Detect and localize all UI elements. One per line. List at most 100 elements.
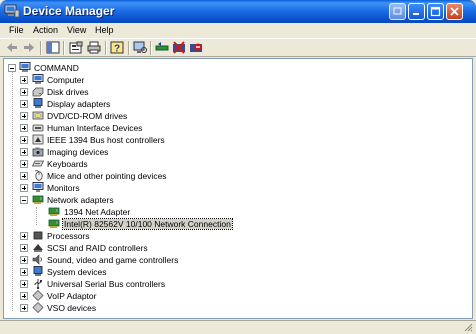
print-icon[interactable]	[87, 41, 101, 54]
device-tree[interactable]: COMMAND Computer Disk drives Display ada…	[3, 58, 473, 319]
tree-category-monitors[interactable]: Monitors	[20, 182, 320, 194]
expand-toggle[interactable]	[20, 172, 28, 180]
expand-toggle[interactable]	[20, 280, 28, 288]
tree-category-mice[interactable]: Mice and other pointing devices	[20, 170, 320, 182]
menu-help[interactable]: Help	[95, 25, 114, 35]
expand-toggle[interactable]	[20, 88, 28, 96]
system-device-icon	[33, 266, 43, 276]
tree-category-vso-devices[interactable]: VSO devices	[20, 302, 320, 314]
category-label: DVD/CD-ROM drives	[47, 111, 128, 121]
toolbar-separator	[128, 41, 130, 55]
usb-icon	[34, 279, 42, 289]
expand-toggle[interactable]	[20, 124, 28, 132]
processor-icon	[33, 231, 43, 240]
tree-device-1394-net-adapter[interactable]: 1394 Net Adapter	[48, 206, 348, 218]
category-label: System devices	[47, 267, 107, 277]
category-label: Processors	[47, 231, 90, 241]
expand-toggle[interactable]	[20, 148, 28, 156]
expand-toggle[interactable]	[20, 244, 28, 252]
computer-icon	[32, 74, 44, 84]
tree-category-network-adapters[interactable]: Network adapters	[20, 194, 320, 206]
collapse-toggle[interactable]	[20, 196, 28, 204]
device-manager-window: Device Manager File Action View Help ? C…	[0, 0, 476, 334]
expand-toggle[interactable]	[20, 256, 28, 264]
help-context-button[interactable]	[389, 3, 406, 20]
expand-toggle[interactable]	[20, 232, 28, 240]
maximize-button[interactable]	[427, 3, 444, 20]
back-arrow-icon[interactable]	[5, 41, 19, 54]
toolbar-separator	[63, 41, 65, 55]
tree-category-dvd-cdrom-drives[interactable]: DVD/CD-ROM drives	[20, 110, 320, 122]
minimize-button[interactable]	[408, 3, 425, 20]
expand-toggle[interactable]	[20, 100, 28, 108]
tree-category-voip-adaptor[interactable]: VoIP Adaptor	[20, 290, 320, 302]
mouse-icon	[34, 170, 43, 181]
resize-grip-icon[interactable]	[463, 322, 473, 332]
tree-category-computer[interactable]: Computer	[20, 74, 320, 86]
tree-category-display-adapters[interactable]: Display adapters	[20, 98, 320, 110]
collapse-toggle[interactable]	[8, 64, 16, 72]
sound-icon	[32, 254, 42, 265]
tree-root-label: COMMAND	[34, 63, 79, 73]
menu-view[interactable]: View	[67, 25, 86, 35]
monitor-icon	[32, 182, 44, 192]
menu-action[interactable]: Action	[33, 25, 58, 35]
maximize-icon	[430, 6, 441, 17]
disable-device-icon[interactable]	[189, 41, 203, 54]
ieee1394-icon	[32, 134, 44, 145]
expand-toggle[interactable]	[20, 304, 28, 312]
expand-toggle[interactable]	[20, 160, 28, 168]
keyboard-icon	[32, 160, 44, 167]
category-label: Display adapters	[47, 99, 111, 109]
display-adapter-icon	[33, 98, 43, 108]
expand-toggle[interactable]	[20, 76, 28, 84]
expand-toggle[interactable]	[20, 268, 28, 276]
properties-icon[interactable]	[69, 41, 83, 54]
category-label: Universal Serial Bus controllers	[47, 279, 166, 289]
help-icon[interactable]: ?	[110, 41, 124, 54]
expand-toggle[interactable]	[20, 184, 28, 192]
uninstall-icon[interactable]	[172, 41, 186, 54]
scsi-icon	[33, 244, 43, 252]
tree-category-keyboards[interactable]: Keyboards	[20, 158, 320, 170]
tree-category-system-devices[interactable]: System devices	[20, 266, 320, 278]
category-label: Network adapters	[47, 195, 114, 205]
tree-connector-line	[36, 207, 37, 225]
tree-category-sound-video-game[interactable]: Sound, video and game controllers	[20, 254, 320, 266]
tree-category-usb-controllers[interactable]: Universal Serial Bus controllers	[20, 278, 320, 290]
category-label: Computer	[47, 75, 85, 85]
tree-category-hid[interactable]: Human Interface Devices	[20, 122, 320, 134]
expand-toggle[interactable]	[20, 136, 28, 144]
vso-icon	[32, 302, 44, 313]
network-card-icon	[48, 207, 60, 216]
tree-category-disk-drives[interactable]: Disk drives	[20, 86, 320, 98]
tree-device-intel-network-connection[interactable]: Intel(R) 82562V 10/100 Network Connectio…	[48, 218, 348, 230]
category-label: SCSI and RAID controllers	[47, 243, 148, 253]
tree-category-processors[interactable]: Processors	[20, 230, 320, 242]
category-label: VoIP Adaptor	[47, 291, 97, 301]
toolbar-separator	[105, 41, 107, 55]
title-bar[interactable]: Device Manager	[0, 0, 476, 23]
menu-file[interactable]: File	[9, 25, 24, 35]
hid-icon	[32, 124, 44, 132]
tree-root[interactable]: COMMAND	[8, 62, 208, 74]
cdrom-icon	[32, 111, 44, 120]
update-driver-icon[interactable]	[155, 41, 169, 54]
close-button[interactable]	[446, 3, 463, 20]
category-label: Keyboards	[47, 159, 88, 169]
scan-hardware-icon[interactable]	[133, 41, 147, 54]
toolbar-separator	[150, 41, 152, 55]
show-hide-tree-icon[interactable]	[46, 41, 60, 54]
expand-toggle[interactable]	[20, 292, 28, 300]
context-icon	[393, 7, 402, 15]
camera-icon	[32, 147, 44, 157]
category-label: IEEE 1394 Bus host controllers	[47, 135, 165, 145]
tree-category-ieee1394[interactable]: IEEE 1394 Bus host controllers	[20, 134, 320, 146]
menu-bar: File Action View Help	[0, 23, 476, 38]
tree-category-imaging-devices[interactable]: Imaging devices	[20, 146, 320, 158]
category-label: Imaging devices	[47, 147, 109, 157]
expand-toggle[interactable]	[20, 112, 28, 120]
tree-category-scsi-raid[interactable]: SCSI and RAID controllers	[20, 242, 320, 254]
forward-arrow-icon[interactable]	[22, 41, 36, 54]
category-label: Mice and other pointing devices	[47, 171, 167, 181]
